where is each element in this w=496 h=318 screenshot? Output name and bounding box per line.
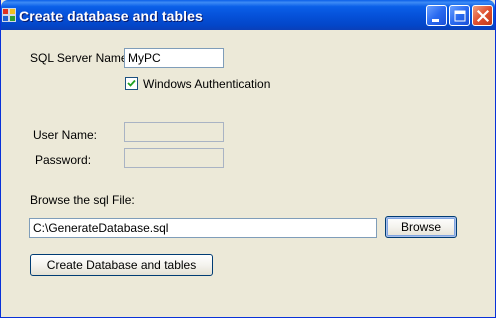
minimize-icon xyxy=(432,19,439,22)
minimize-button[interactable] xyxy=(426,5,447,26)
sql-file-path-input[interactable]: C:\GenerateDatabase.sql xyxy=(29,218,377,238)
password-label: Password: xyxy=(35,153,92,167)
checkmark-icon xyxy=(127,79,136,87)
maximize-icon xyxy=(454,10,466,22)
windows-auth-checkbox[interactable] xyxy=(125,77,138,90)
dialog-window: Create database and tables SQL Server Na… xyxy=(0,0,496,318)
window-title: Create database and tables xyxy=(19,8,203,24)
server-name-input[interactable]: MyPC xyxy=(124,48,224,68)
server-name-label: SQL Server Name: xyxy=(30,51,131,65)
title-bar[interactable]: Create database and tables xyxy=(1,0,495,30)
create-database-button[interactable]: Create Database and tables xyxy=(30,254,213,276)
browse-file-label: Browse the sql File: xyxy=(30,193,135,207)
close-button[interactable] xyxy=(472,5,493,26)
windows-auth-label[interactable]: Windows Authentication xyxy=(143,77,270,91)
maximize-button[interactable] xyxy=(449,5,470,26)
username-input[interactable] xyxy=(124,122,224,142)
browse-button[interactable]: Browse xyxy=(385,216,457,238)
close-icon xyxy=(476,9,490,23)
username-label: User Name: xyxy=(33,128,98,142)
form-client-area: SQL Server Name: MyPC Windows Authentica… xyxy=(1,30,495,317)
database-app-icon xyxy=(2,8,16,22)
password-input[interactable] xyxy=(124,148,224,168)
